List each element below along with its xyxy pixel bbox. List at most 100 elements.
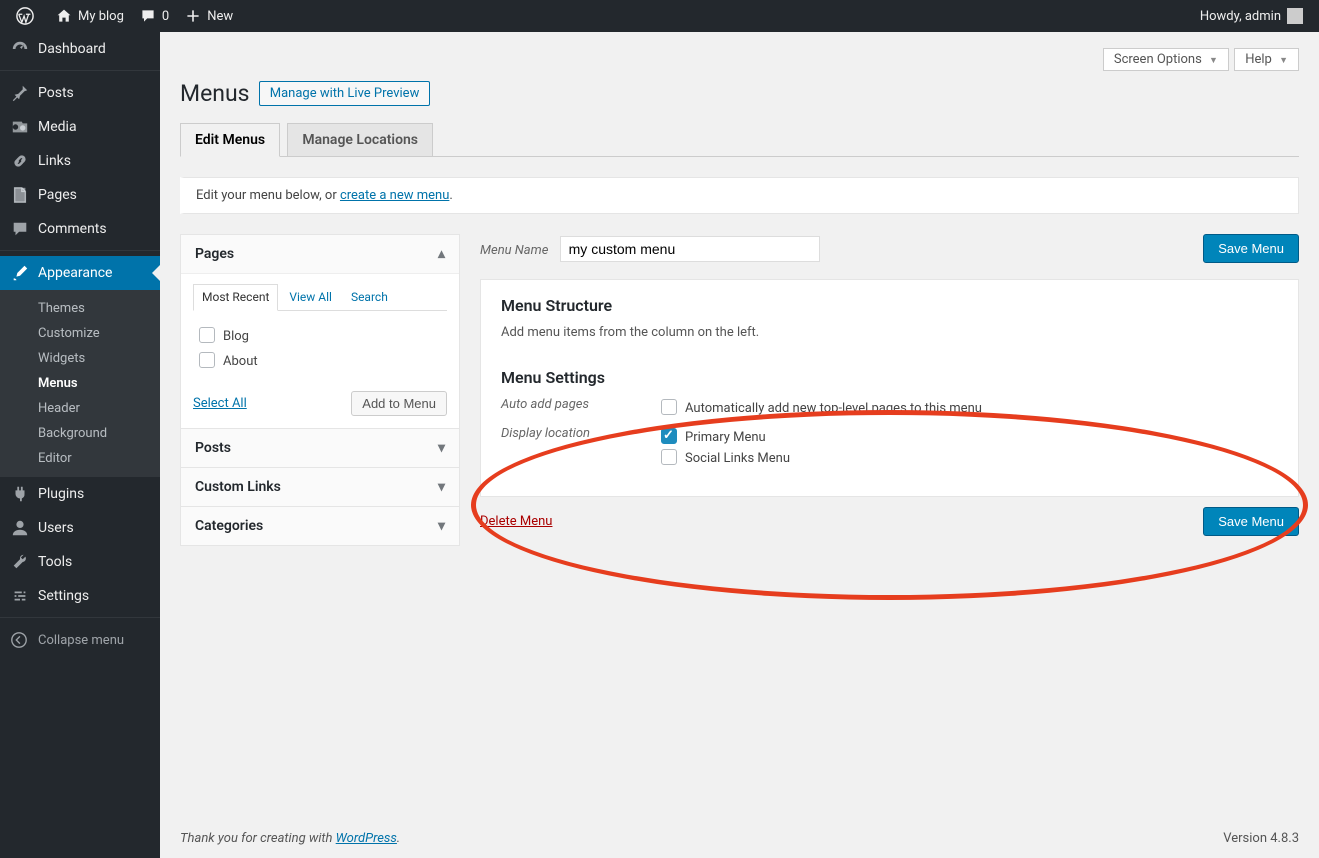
menu-panel: Menu Structure Add menu items from the c… [480, 279, 1299, 497]
page-icon [10, 186, 30, 204]
sidebar-label: Tools [38, 554, 72, 570]
footer: Thank you for creating with WordPress. V… [160, 819, 1319, 858]
accordion-title: Categories [195, 518, 263, 534]
page-item-blog[interactable]: Blog [199, 323, 447, 348]
select-all-link[interactable]: Select All [193, 396, 247, 411]
accordion-custom-links: Custom Links ▾ [180, 467, 460, 507]
my-account[interactable]: Howdy, admin [1192, 0, 1311, 32]
site-link[interactable]: My blog [48, 0, 132, 32]
save-menu-button-top[interactable]: Save Menu [1203, 234, 1299, 263]
accordion-head-pages[interactable]: Pages ▴ [181, 235, 459, 274]
sidebar-label: Appearance [38, 265, 112, 281]
tab-manage-locations[interactable]: Manage Locations [287, 123, 433, 156]
help-button[interactable]: Help ▼ [1234, 48, 1299, 71]
page-checkbox[interactable] [199, 327, 215, 343]
help-label: Help [1245, 52, 1272, 67]
subtab-most-recent[interactable]: Most Recent [193, 284, 278, 311]
location-checkbox[interactable] [661, 428, 677, 444]
auto-add-label: Auto add pages [501, 397, 661, 418]
subtab-search[interactable]: Search [343, 285, 396, 310]
link-icon [10, 152, 30, 170]
location-primary[interactable]: Primary Menu [661, 426, 790, 447]
submenu-widgets[interactable]: Widgets [0, 346, 160, 371]
submenu-editor[interactable]: Editor [0, 446, 160, 471]
subtab-view-all[interactable]: View All [281, 285, 340, 310]
settings-icon [10, 587, 30, 605]
menu-structure-heading: Menu Structure [501, 296, 1278, 315]
submenu-themes[interactable]: Themes [0, 296, 160, 321]
sidebar-item-pages[interactable]: Pages [0, 178, 160, 212]
sidebar-label: Settings [38, 588, 89, 604]
display-location-label: Display location [501, 426, 661, 468]
sidebar-item-appearance[interactable]: Appearance [0, 256, 160, 290]
menu-settings-heading: Menu Settings [501, 368, 1278, 387]
sidebar-item-users[interactable]: Users [0, 511, 160, 545]
comment-icon [10, 220, 30, 238]
accordion-posts: Posts ▾ [180, 428, 460, 468]
page-item-label: About [223, 354, 258, 369]
delete-menu-link[interactable]: Delete Menu [480, 514, 552, 529]
pages-subtabs: Most Recent View All Search [193, 284, 447, 311]
sidebar-item-dashboard[interactable]: Dashboard [0, 32, 160, 66]
sidebar-label: Users [38, 520, 74, 536]
new-label: New [207, 9, 233, 24]
pages-checklist: Blog About [199, 323, 447, 373]
comment-icon [140, 8, 156, 24]
plug-icon [10, 485, 30, 503]
comments-link[interactable]: 0 [132, 0, 177, 32]
accordion-head-custom-links[interactable]: Custom Links ▾ [181, 468, 459, 506]
page-checkbox[interactable] [199, 352, 215, 368]
sidebar-item-media[interactable]: Media [0, 110, 160, 144]
home-icon [56, 8, 72, 24]
user-icon [10, 519, 30, 537]
notice-text: Edit your menu below, or [196, 188, 340, 203]
submenu-header[interactable]: Header [0, 396, 160, 421]
accordion-title: Pages [195, 246, 234, 262]
sidebar-item-links[interactable]: Links [0, 144, 160, 178]
sidebar-label: Posts [38, 85, 74, 101]
accordion-pages: Pages ▴ Most Recent View All Search Blog… [180, 234, 460, 429]
nav-tabs: Edit Menus Manage Locations [180, 123, 1299, 157]
collapse-label: Collapse menu [38, 633, 124, 648]
sidebar-label: Media [38, 119, 77, 135]
footer-text: Thank you for creating with [180, 831, 336, 846]
menu-name-label: Menu Name [480, 243, 548, 258]
menu-name-input[interactable] [560, 236, 820, 262]
option-label: Primary Menu [685, 430, 766, 445]
admin-sidebar: Dashboard Posts Media Links Pages Commen… [0, 32, 160, 858]
location-checkbox[interactable] [661, 449, 677, 465]
auto-add-checkbox[interactable] [661, 399, 677, 415]
auto-add-row: Auto add pages Automatically add new top… [501, 397, 1278, 418]
wp-logo[interactable] [8, 0, 48, 32]
add-to-menu-button[interactable]: Add to Menu [351, 391, 447, 416]
accordion-title: Custom Links [195, 479, 281, 495]
location-social[interactable]: Social Links Menu [661, 447, 790, 468]
submenu-customize[interactable]: Customize [0, 321, 160, 346]
collapse-menu[interactable]: Collapse menu [0, 623, 160, 657]
new-content-link[interactable]: New [177, 0, 241, 32]
sidebar-item-comments[interactable]: Comments [0, 212, 160, 246]
sidebar-item-settings[interactable]: Settings [0, 579, 160, 613]
page-item-about[interactable]: About [199, 348, 447, 373]
dashboard-icon [10, 40, 30, 58]
tool-icon [10, 553, 30, 571]
save-menu-button-bottom[interactable]: Save Menu [1203, 507, 1299, 536]
accordion-head-posts[interactable]: Posts ▾ [181, 429, 459, 467]
menu-edit-column: Menu Name Save Menu Menu Structure Add m… [480, 234, 1299, 546]
screen-options-button[interactable]: Screen Options ▼ [1103, 48, 1229, 71]
wordpress-link[interactable]: WordPress [336, 831, 397, 846]
submenu-background[interactable]: Background [0, 421, 160, 446]
manage-live-preview-button[interactable]: Manage with Live Preview [259, 81, 431, 106]
tab-edit-menus[interactable]: Edit Menus [180, 123, 280, 157]
screen-options-label: Screen Options [1114, 52, 1202, 67]
sidebar-item-tools[interactable]: Tools [0, 545, 160, 579]
sidebar-item-posts[interactable]: Posts [0, 76, 160, 110]
add-items-column: Pages ▴ Most Recent View All Search Blog… [180, 234, 460, 546]
caret-down-icon: ▼ [1279, 56, 1288, 66]
auto-add-option[interactable]: Automatically add new top-level pages to… [661, 397, 982, 418]
display-location-row: Display location Primary Menu Social Lin… [501, 426, 1278, 468]
submenu-menus[interactable]: Menus [0, 371, 160, 396]
sidebar-item-plugins[interactable]: Plugins [0, 477, 160, 511]
accordion-head-categories[interactable]: Categories ▾ [181, 507, 459, 545]
create-new-menu-link[interactable]: create a new menu [340, 188, 449, 203]
